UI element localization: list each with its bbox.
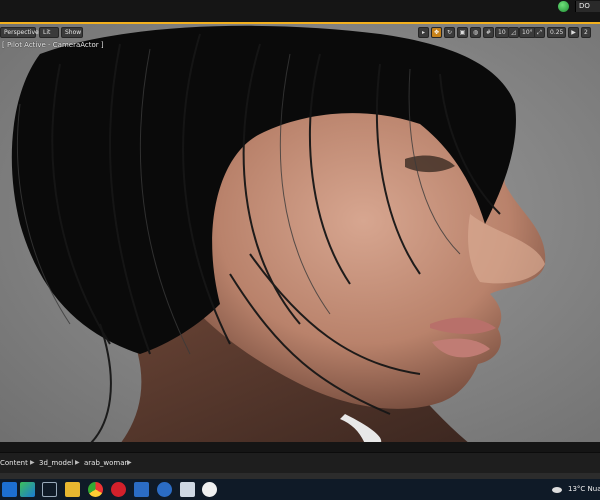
title-bar: DO [0,0,600,13]
breadcrumb-arab-woman[interactable]: arab_woman [84,459,129,467]
show-label: Show [65,29,82,36]
scale-tool-icon[interactable]: ▣ [457,27,468,38]
unreal-engine-icon[interactable] [202,482,217,497]
task-view-icon[interactable] [42,482,57,497]
perspective-button[interactable]: Perspective [0,27,39,38]
select-mode-icon[interactable]: ▸ [418,27,429,38]
grid-snap-icon[interactable]: # [483,27,494,38]
camera-speed-icon[interactable]: ▶ [568,27,579,38]
level-viewport[interactable]: Perspective Lit Show ▸ ✥ ↻ ▣ ◍ # 10 ◿ 10… [0,22,600,442]
content-browser-path-bar: Content ▶ 3d_model ▶ arab_woman ▶ [0,452,600,473]
cortana-icon[interactable] [157,482,172,497]
breadcrumb-arrow-icon[interactable]: ▶ [30,459,35,466]
lit-button[interactable]: Lit [39,27,59,38]
chrome-icon[interactable] [88,482,103,497]
viewport-render[interactable] [0,24,600,442]
opera-icon[interactable] [111,482,126,497]
photos-icon[interactable] [180,482,195,497]
camera-speed-value[interactable]: 2 [581,27,591,38]
globe-icon[interactable] [558,1,569,12]
perspective-label: Perspective [4,29,39,36]
breadcrumb-content[interactable]: Content [0,459,28,467]
start-icon[interactable] [2,482,17,497]
breadcrumb-3d-model[interactable]: 3d_model [39,459,73,467]
translate-tool-icon[interactable]: ✥ [431,27,442,38]
rotate-tool-icon[interactable]: ↻ [444,27,455,38]
world-space-icon[interactable]: ◍ [470,27,481,38]
lit-label: Lit [43,29,51,36]
show-button[interactable]: Show [61,27,83,38]
rotation-snap-icon[interactable]: ◿ [508,27,519,38]
breadcrumb-arrow-icon[interactable]: ▶ [127,459,132,466]
windows-taskbar: 13°C Nuag [0,479,600,500]
mail-icon[interactable] [134,482,149,497]
title-dropdown[interactable]: DO [575,1,600,12]
desktop-app-icon[interactable] [20,482,35,497]
cloud-icon [552,487,562,493]
breadcrumb-arrow-icon[interactable]: ▶ [75,459,80,466]
file-explorer-icon[interactable] [65,482,80,497]
grid-snap-value[interactable]: 10 [495,27,509,38]
weather-text: Nuag [587,485,600,493]
scale-snap-icon[interactable]: ⤢ [534,27,545,38]
scale-snap-value[interactable]: 0.25 [547,27,567,38]
pilot-status: [ Pilot Active - CameraActor ] [2,41,104,49]
temperature: 13°C [568,485,586,493]
weather-status[interactable]: 13°C Nuag [568,485,600,493]
